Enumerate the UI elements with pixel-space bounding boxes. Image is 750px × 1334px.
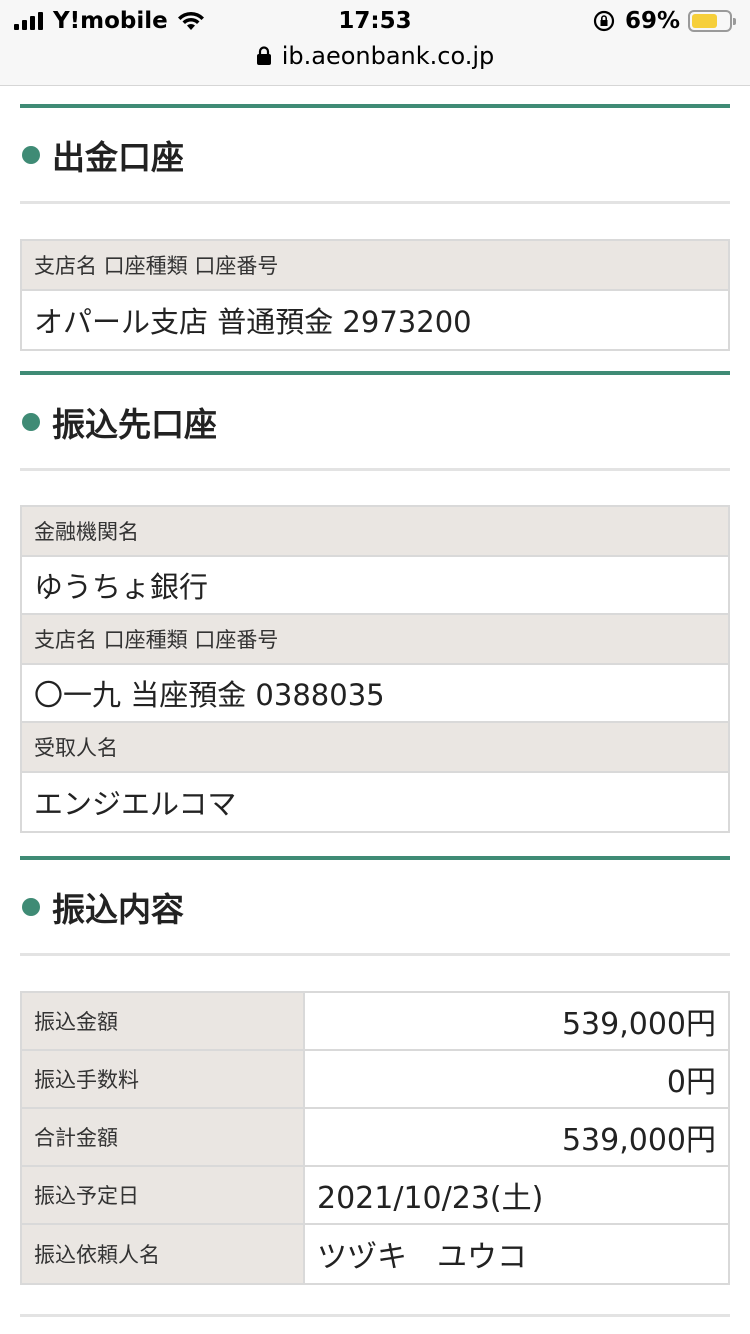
scheduled-date-value: 2021/10/23(土) <box>317 1181 544 1216</box>
battery-icon <box>688 10 736 32</box>
sender-name-label: 振込依頼人名 <box>22 1225 305 1283</box>
table-row: 合計金額 539,000円 <box>22 1109 728 1167</box>
section-header-details: 振込内容 <box>20 860 730 956</box>
bank-name-label: 金融機関名 <box>22 507 728 557</box>
bottom-divider <box>20 1314 730 1317</box>
section-title-source: 出金口座 <box>52 137 184 177</box>
branch-account-value: 〇一九 当座預金 0388035 <box>22 665 728 723</box>
source-account-label: 支店名 口座種類 口座番号 <box>22 241 728 291</box>
total-amount-value: 539,000円 <box>561 1123 716 1158</box>
table-row: 振込金額 539,000円 <box>22 993 728 1051</box>
bullet-icon <box>22 412 40 431</box>
transfer-details-table: 振込金額 539,000円 振込手数料 0円 合計金額 539,000円 振込予… <box>20 991 730 1285</box>
sender-name-value: ツヅキ ユウコ <box>317 1240 527 1275</box>
branch-account-label: 支店名 口座種類 口座番号 <box>22 615 728 665</box>
table-row: 振込手数料 0円 <box>22 1051 728 1109</box>
recipient-name-value: エンジエルコマ <box>22 773 728 831</box>
table-row: 振込依頼人名 ツヅキ ユウコ <box>22 1225 728 1283</box>
bank-name-value: ゆうちょ銀行 <box>22 557 728 615</box>
status-bar: Y!mobile 17:53 69% ib.aeonbank.co.jp <box>0 0 750 86</box>
source-account-box: 支店名 口座種類 口座番号 オパール支店 普通預金 2973200 <box>20 239 730 351</box>
status-right: 69% <box>593 6 736 36</box>
bullet-icon <box>22 145 40 164</box>
battery-percent: 69% <box>624 8 680 34</box>
battery-fill <box>692 14 717 28</box>
total-amount-label: 合計金額 <box>22 1109 305 1165</box>
bullet-icon <box>22 897 40 916</box>
url-text[interactable]: ib.aeonbank.co.jp <box>282 42 495 70</box>
table-row: 振込予定日 2021/10/23(土) <box>22 1167 728 1225</box>
rotation-lock-icon <box>593 10 615 32</box>
transfer-fee-value: 0円 <box>666 1065 716 1100</box>
section-header-source: 出金口座 <box>20 108 730 204</box>
transfer-fee-label: 振込手数料 <box>22 1051 305 1107</box>
address-bar[interactable]: ib.aeonbank.co.jp <box>0 38 750 74</box>
lock-icon <box>256 46 271 65</box>
section-title-details: 振込内容 <box>52 889 184 929</box>
section-title-destination: 振込先口座 <box>52 404 217 444</box>
destination-account-box: 金融機関名 ゆうちょ銀行 支店名 口座種類 口座番号 〇一九 当座預金 0388… <box>20 505 730 833</box>
recipient-name-label: 受取人名 <box>22 723 728 773</box>
source-account-value: オパール支店 普通預金 2973200 <box>22 291 728 349</box>
transfer-amount-value: 539,000円 <box>561 1007 716 1042</box>
section-header-destination: 振込先口座 <box>20 375 730 471</box>
transfer-amount-label: 振込金額 <box>22 993 305 1049</box>
scheduled-date-label: 振込予定日 <box>22 1167 305 1223</box>
